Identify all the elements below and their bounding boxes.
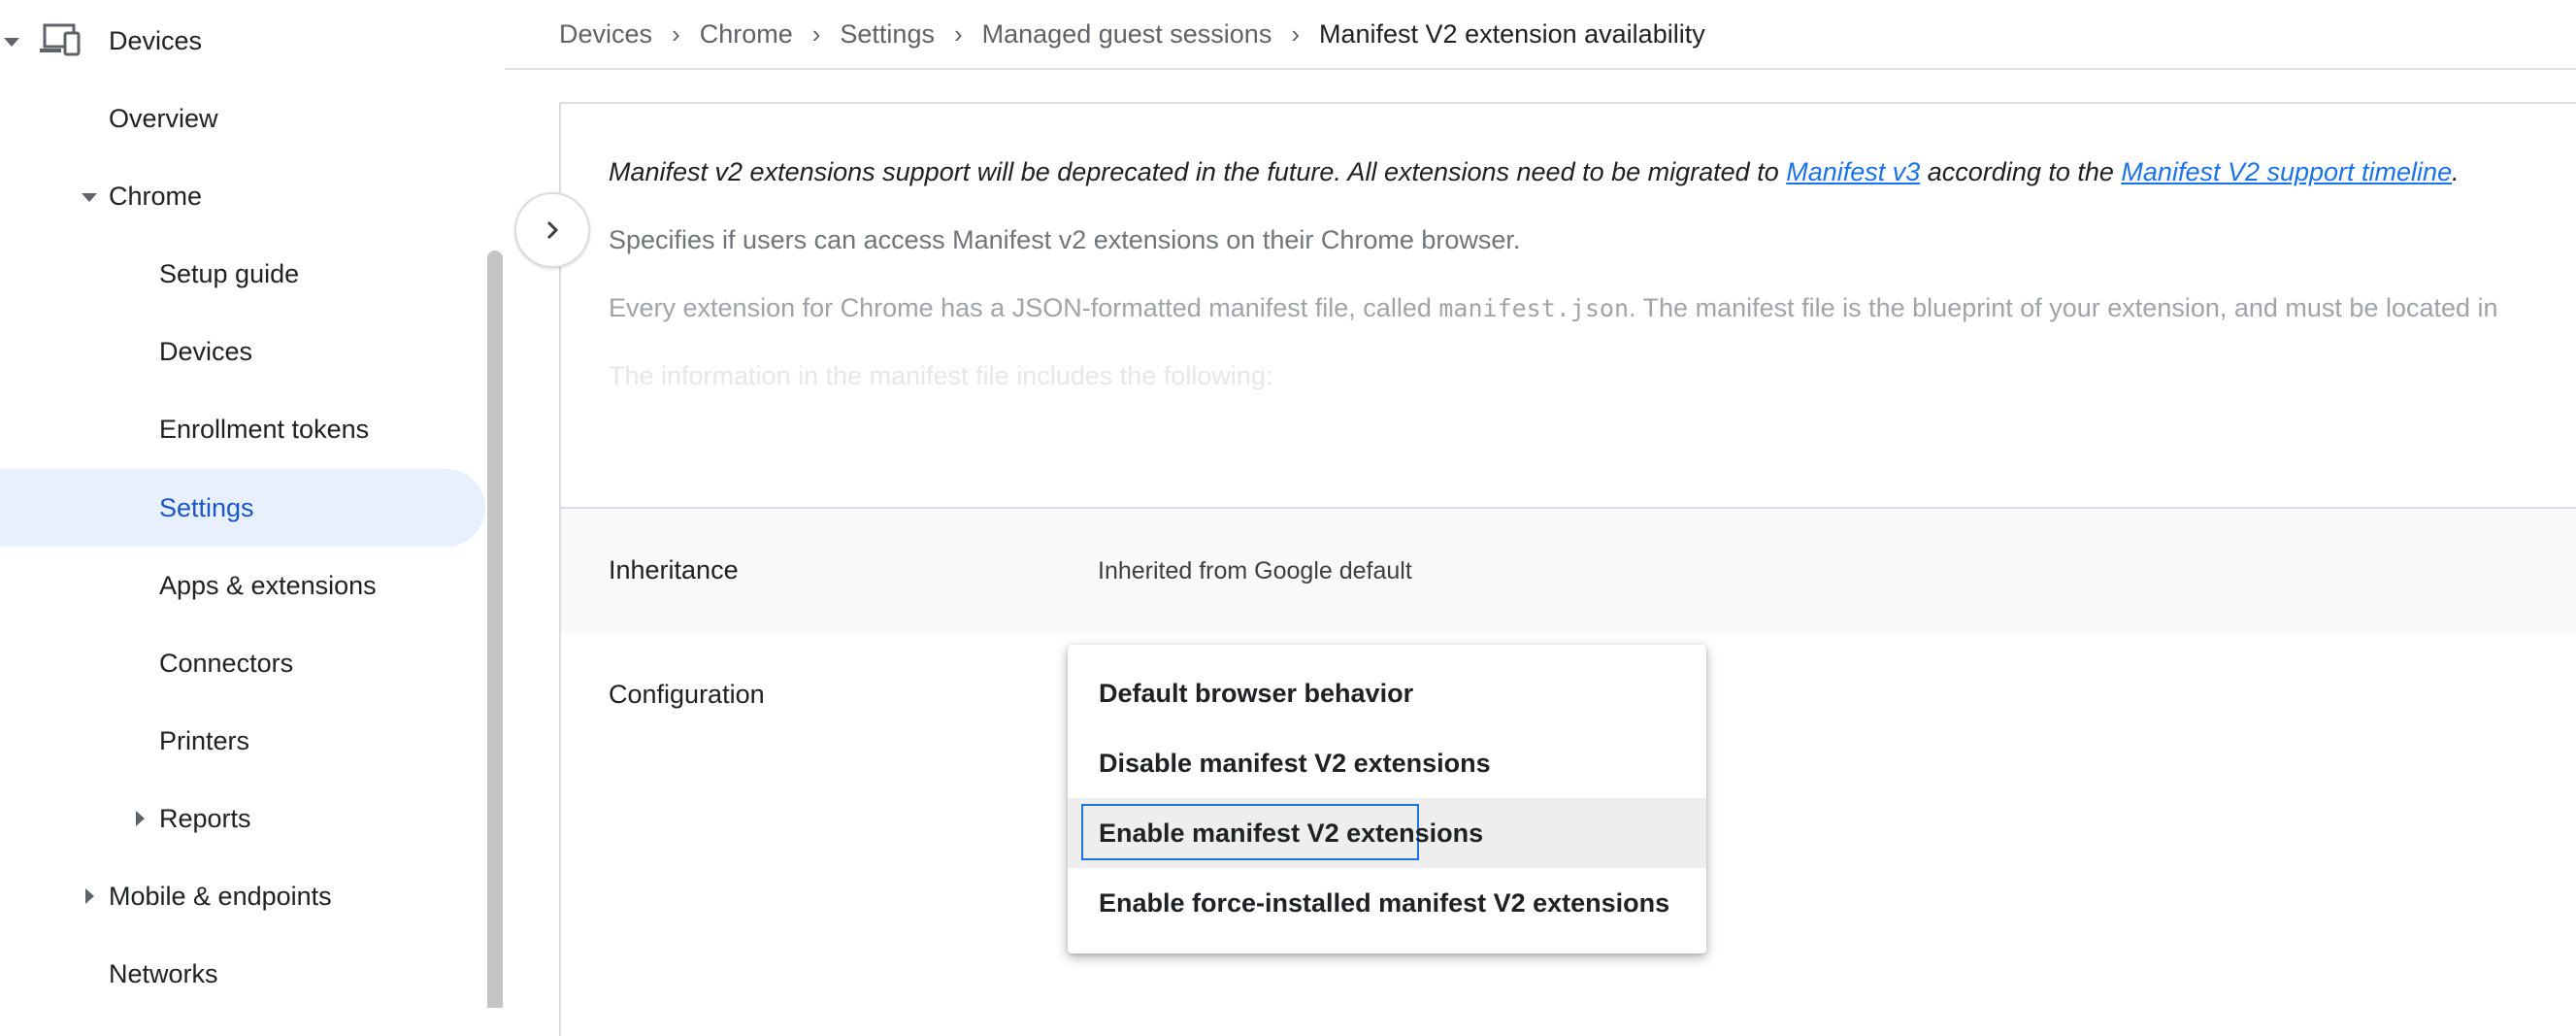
breadcrumb-current: Manifest V2 extension availability xyxy=(1319,18,1705,49)
manifest-description: Every extension for Chrome has a JSON-fo… xyxy=(609,293,2498,323)
sidebar-item-label: Devices xyxy=(109,25,203,55)
sidebar-item-mobile-endpoints[interactable]: Mobile & endpoints xyxy=(0,857,485,935)
caret-down-icon[interactable] xyxy=(4,38,19,47)
option-label: Disable manifest V2 extensions xyxy=(1099,748,1491,778)
chevron-right-icon: › xyxy=(1291,18,1300,49)
notice-text: Manifest v2 extensions support will be d… xyxy=(609,157,1787,186)
manifest-code: manifest.json xyxy=(1438,294,1630,322)
configuration-label: Configuration xyxy=(609,680,765,709)
setting-description: Specifies if users can access Manifest v… xyxy=(609,225,1521,254)
chevron-right-icon: › xyxy=(672,18,680,49)
caret-down-icon[interactable] xyxy=(82,193,97,202)
option-default-browser-behavior[interactable]: Default browser behavior xyxy=(1068,658,1706,728)
chevron-right-icon: › xyxy=(953,18,963,49)
chevron-right-icon xyxy=(546,220,559,240)
deprecation-notice: Manifest v2 extensions support will be d… xyxy=(609,157,2460,187)
breadcrumb-managed-guest-sessions[interactable]: Managed guest sessions xyxy=(982,19,1272,50)
sidebar-item-label: Chrome xyxy=(109,181,203,211)
sidebar-item-devices[interactable]: Devices xyxy=(0,2,485,80)
sidebar-item-label: Devices xyxy=(159,336,253,366)
sidebar-item-label: Overview xyxy=(109,103,218,133)
sidebar-item-setup-guide[interactable]: Setup guide xyxy=(0,235,485,313)
breadcrumb-settings[interactable]: Settings xyxy=(840,19,935,50)
caret-right-icon[interactable] xyxy=(136,811,145,826)
sidebar-item-label: Enrollment tokens xyxy=(159,414,370,444)
sidebar-item-apps-extensions[interactable]: Apps & extensions xyxy=(0,547,485,624)
option-label: Default browser behavior xyxy=(1099,678,1414,708)
manifest-v3-link[interactable]: Manifest v3 xyxy=(1786,157,1920,186)
sidebar-item-label: Printers xyxy=(159,725,250,755)
sidebar-item-chrome-devices[interactable]: Devices xyxy=(0,313,485,390)
sidebar-item-label: Apps & extensions xyxy=(159,570,377,600)
sidebar-item-label: Settings xyxy=(159,492,254,522)
sidebar-item-connectors[interactable]: Connectors xyxy=(0,624,485,702)
breadcrumb-chrome[interactable]: Chrome xyxy=(700,19,793,50)
notice-text: . xyxy=(2452,157,2460,186)
option-label: Enable manifest V2 extensions xyxy=(1099,818,1484,848)
option-enable-manifest-v2[interactable]: Enable manifest V2 extensions xyxy=(1068,798,1706,868)
sidebar-item-label: Reports xyxy=(159,803,251,833)
caret-right-icon[interactable] xyxy=(85,888,94,904)
option-enable-force-installed-manifest-v2[interactable]: Enable force-installed manifest V2 exten… xyxy=(1068,868,1706,938)
manifest-info-intro: The information in the manifest file inc… xyxy=(609,361,1273,390)
inheritance-label: Inheritance xyxy=(609,555,739,585)
inheritance-value: Inherited from Google default xyxy=(1098,557,1412,585)
sidebar-item-label: Networks xyxy=(109,958,218,988)
sidebar-item-overview[interactable]: Overview xyxy=(0,80,485,157)
sidebar-item-networks[interactable]: Networks xyxy=(0,935,485,1013)
option-label: Enable force-installed manifest V2 exten… xyxy=(1099,887,1670,918)
sidebar-item-settings[interactable]: Settings xyxy=(0,469,485,547)
devices-icon xyxy=(40,23,81,56)
description-text: Every extension for Chrome has a JSON-fo… xyxy=(609,293,1439,322)
sidebar-scrollbar-thumb[interactable] xyxy=(487,251,503,1008)
sidebar-item-label: Mobile & endpoints xyxy=(109,881,332,911)
manifest-v2-timeline-link[interactable]: Manifest V2 support timeline xyxy=(2121,157,2452,186)
inheritance-row xyxy=(561,507,2576,633)
sidebar-item-reports[interactable]: Reports xyxy=(0,780,485,857)
sidebar-item-label: Setup guide xyxy=(159,258,300,288)
option-disable-manifest-v2[interactable]: Disable manifest V2 extensions xyxy=(1068,728,1706,798)
notice-text: according to the xyxy=(1920,157,2122,186)
sidebar-item-enrollment-tokens[interactable]: Enrollment tokens xyxy=(0,390,485,468)
configuration-dropdown-menu[interactable]: Default browser behavior Disable manifes… xyxy=(1068,645,1706,953)
breadcrumb: Devices › Chrome › Settings › Managed gu… xyxy=(505,0,2576,70)
sidebar-item-label: Connectors xyxy=(159,648,294,678)
sidebar: Devices Overview Chrome Setup guide Devi… xyxy=(0,0,505,1008)
chevron-right-icon: › xyxy=(811,18,821,49)
breadcrumb-devices[interactable]: Devices xyxy=(559,19,652,50)
description-text: . The manifest file is the blueprint of … xyxy=(1629,293,2498,322)
expand-panel-button[interactable] xyxy=(514,192,590,268)
sidebar-item-printers[interactable]: Printers xyxy=(0,702,485,780)
sidebar-item-chrome[interactable]: Chrome xyxy=(0,157,485,235)
